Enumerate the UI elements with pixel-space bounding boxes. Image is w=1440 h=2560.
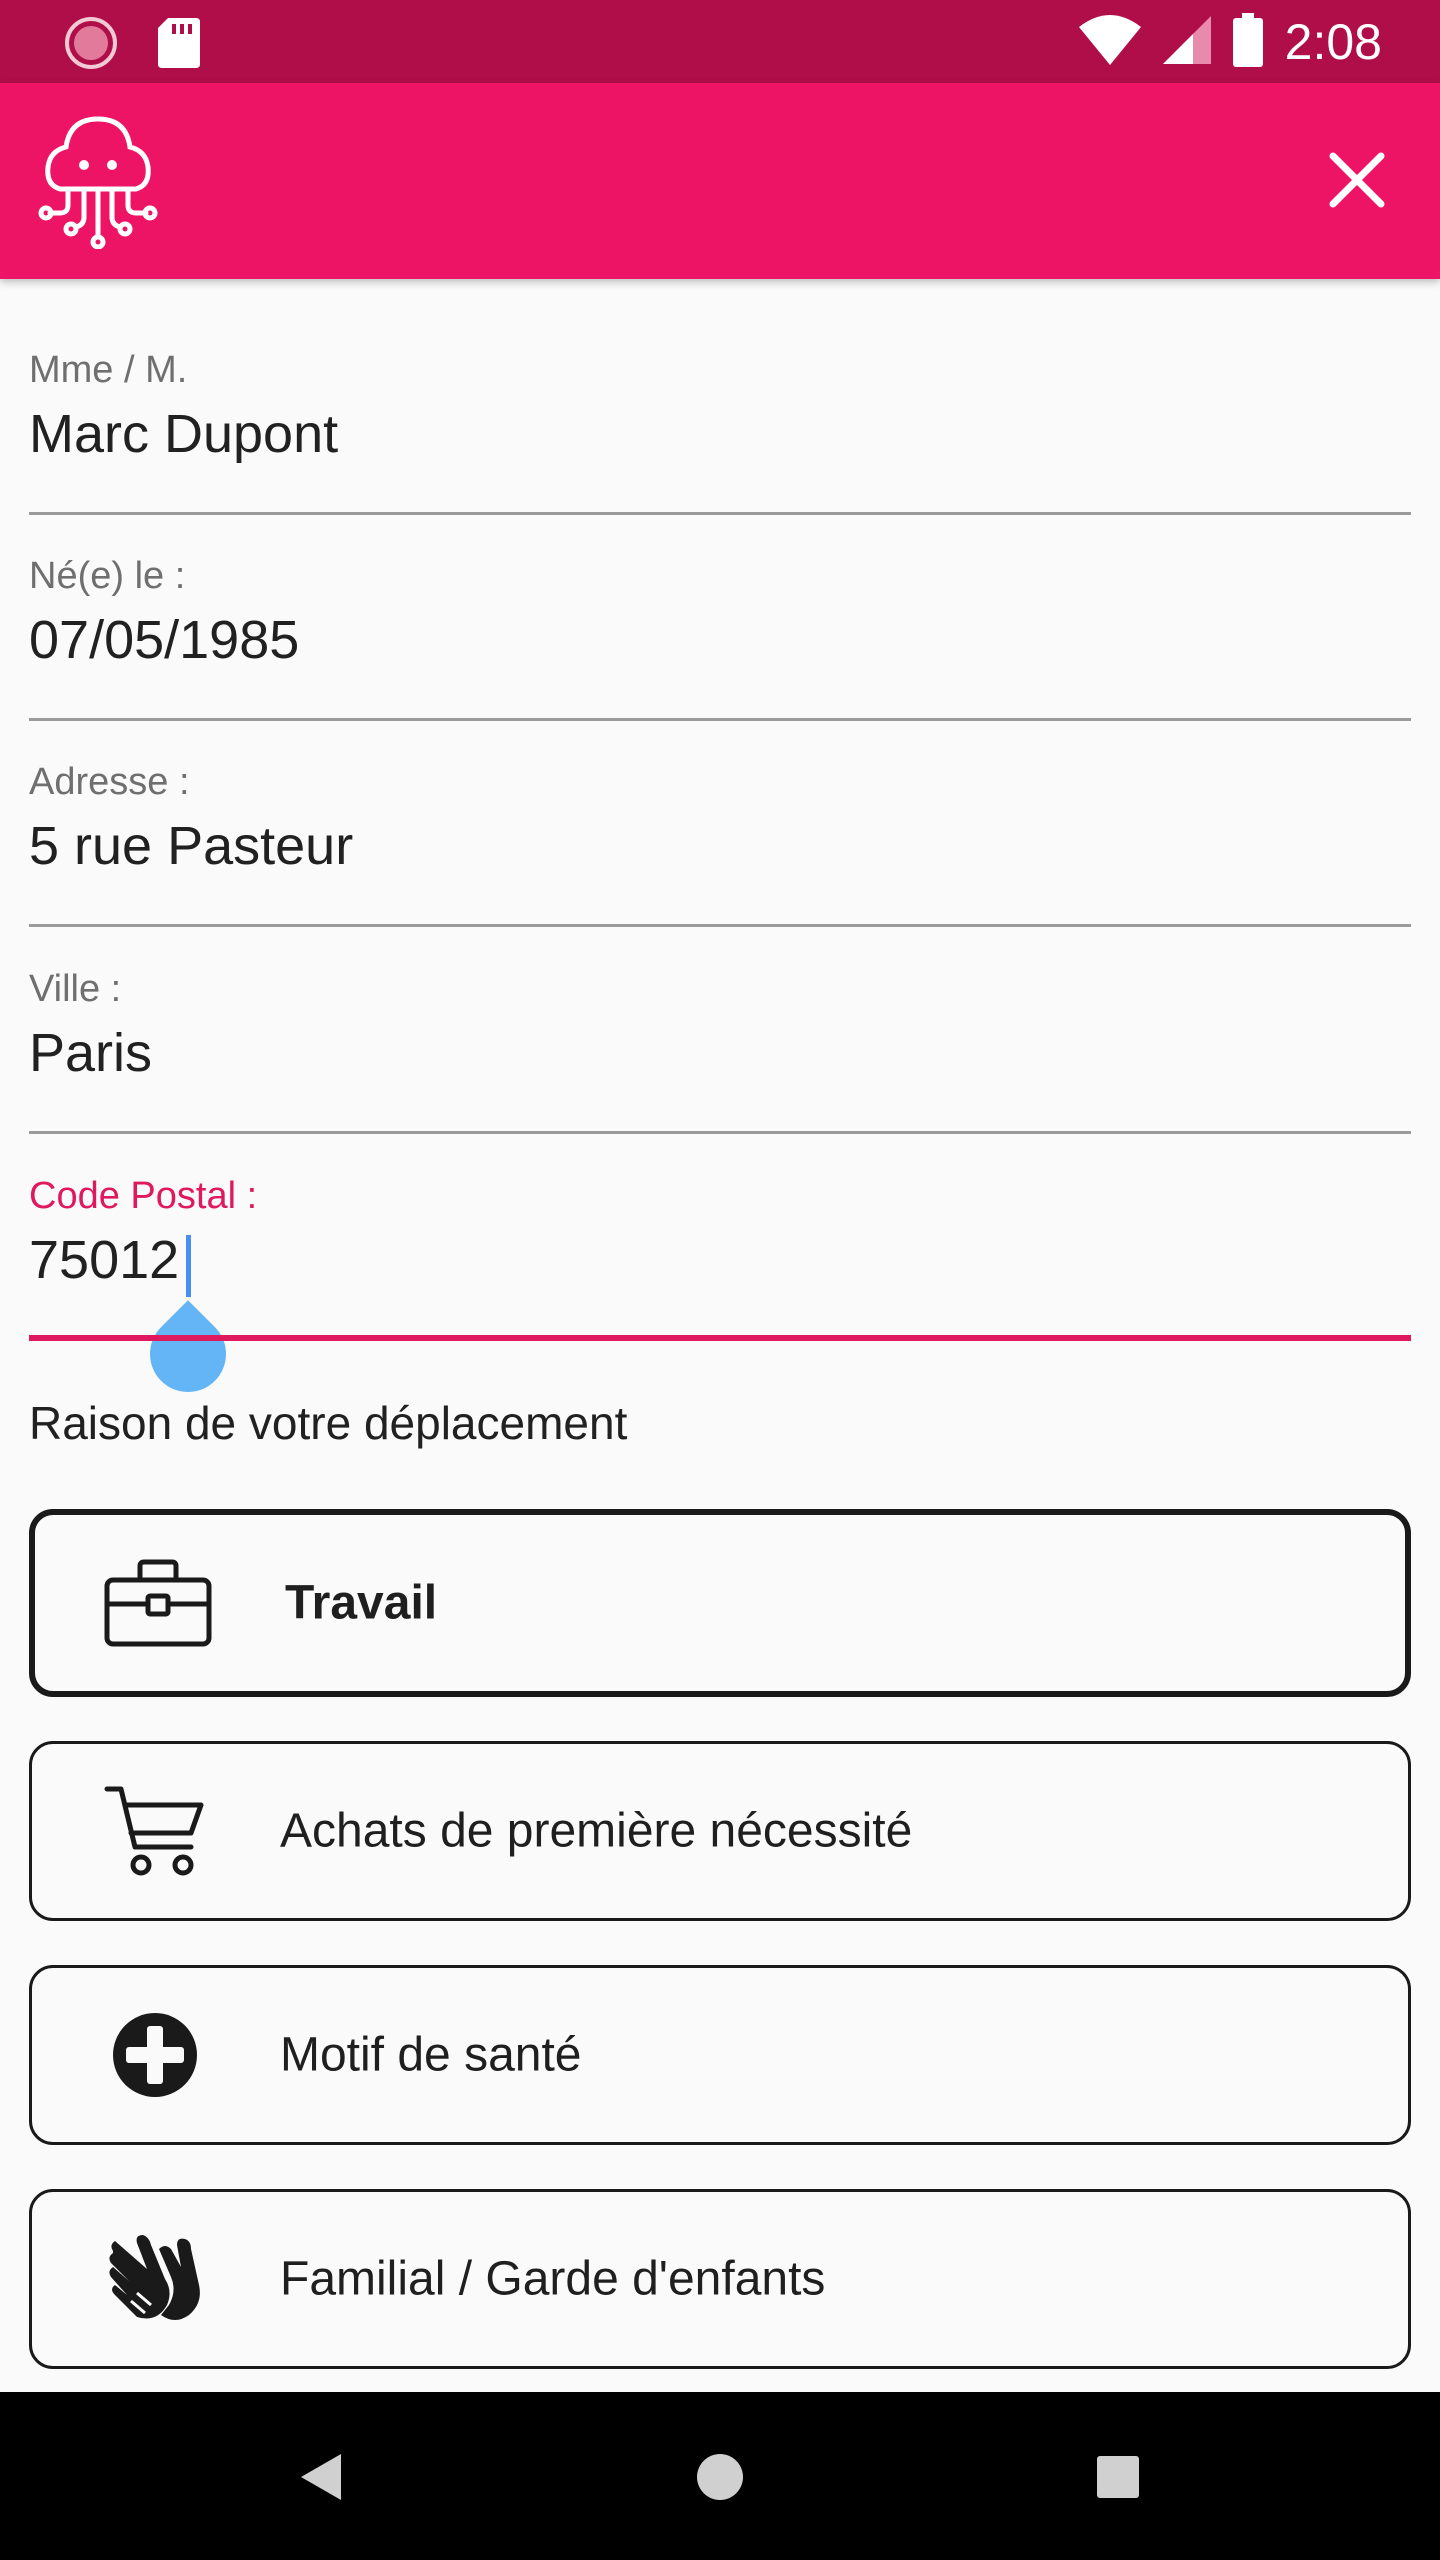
- cursor-handle[interactable]: [134, 1300, 242, 1408]
- postal-code-field-underline: [29, 1335, 1411, 1341]
- address-field-label: Adresse :: [29, 761, 190, 803]
- reason-family-button[interactable]: Familial / Garde d'enfants: [29, 2189, 1411, 2369]
- reason-shopping-label: Achats de première nécessité: [280, 1804, 913, 1858]
- reason-shopping-button[interactable]: Achats de première nécessité: [29, 1741, 1411, 1921]
- address-field[interactable]: Adresse : 5 rue Pasteur: [29, 691, 1411, 927]
- notification-circle-icon: [64, 16, 118, 75]
- reason-family-label: Familial / Garde d'enfants: [280, 2252, 826, 2306]
- jellyfish-logo-icon: [38, 113, 158, 250]
- address-field-value: 5 rue Pasteur: [29, 816, 354, 876]
- wifi-icon: [1078, 14, 1141, 70]
- recents-button[interactable]: [1068, 2432, 1168, 2522]
- back-icon: [301, 2454, 341, 2500]
- name-field-value: Marc Dupont: [29, 404, 339, 464]
- signal-icon: [1162, 15, 1211, 69]
- birthdate-field[interactable]: Né(e) le : 07/05/1985: [29, 485, 1411, 721]
- back-button[interactable]: [270, 2432, 370, 2522]
- reason-work-label: Travail: [285, 1576, 438, 1630]
- city-field-value: Paris: [29, 1023, 153, 1083]
- postal-code-field-value: 75012: [29, 1230, 180, 1290]
- briefcase-icon: [103, 1548, 213, 1658]
- shopping-cart-icon: [100, 1776, 210, 1886]
- text-cursor: [186, 1235, 191, 1297]
- reason-health-label: Motif de santé: [280, 2028, 582, 2082]
- name-field-label: Mme / M.: [29, 349, 188, 391]
- home-icon: [697, 2454, 743, 2500]
- reason-work-button[interactable]: Travail: [29, 1509, 1411, 1697]
- battery-icon: [1232, 12, 1263, 72]
- status-bar: 2:08: [0, 0, 1440, 83]
- app-bar: [0, 83, 1440, 279]
- birthdate-field-value: 07/05/1985: [29, 610, 300, 670]
- holding-hands-icon: [100, 2224, 210, 2334]
- postal-code-field[interactable]: Code Postal : 75012: [29, 1105, 1411, 1408]
- status-time: 2:08: [1284, 14, 1382, 70]
- postal-code-field-label: Code Postal :: [29, 1175, 258, 1217]
- reasons-title: Raison de votre déplacement: [29, 1397, 628, 1449]
- sd-card-icon: [158, 18, 200, 73]
- navigation-bar: [0, 2392, 1440, 2560]
- reason-health-button[interactable]: Motif de santé: [29, 1965, 1411, 2145]
- health-cross-icon: [100, 2000, 210, 2110]
- close-button[interactable]: [1312, 135, 1402, 225]
- city-field-label: Ville :: [29, 968, 122, 1010]
- city-field[interactable]: Ville : Paris: [29, 898, 1411, 1134]
- name-field[interactable]: Mme / M. Marc Dupont: [29, 279, 1411, 515]
- birthdate-field-label: Né(e) le :: [29, 555, 186, 597]
- recents-icon: [1097, 2456, 1139, 2498]
- home-button[interactable]: [670, 2432, 770, 2522]
- close-icon: [1329, 152, 1385, 208]
